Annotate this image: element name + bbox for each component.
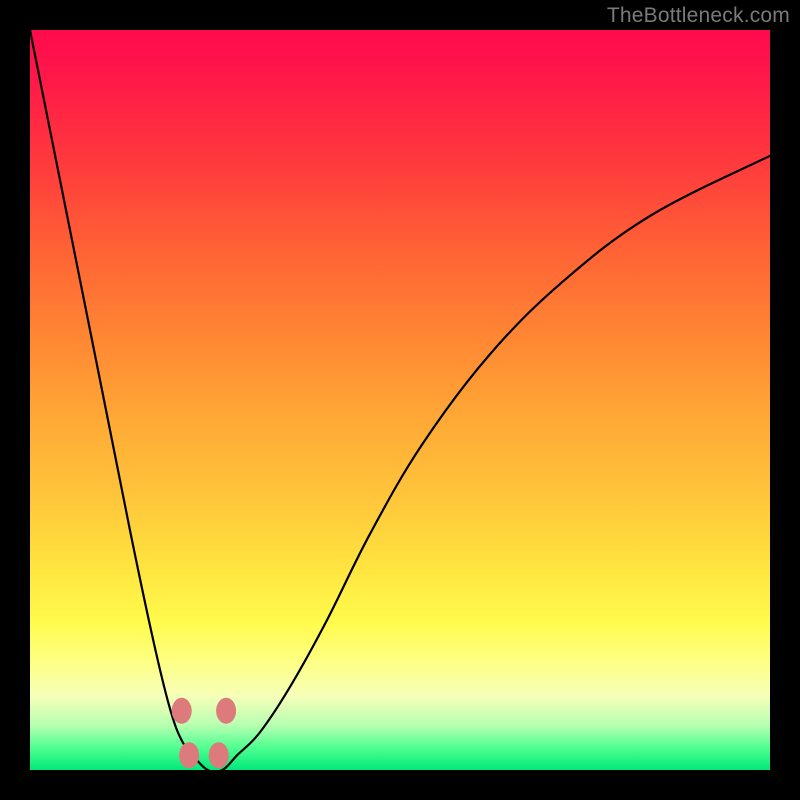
watermark-text: TheBottleneck.com: [607, 4, 790, 28]
curve-marker: [209, 742, 229, 768]
curve-marker: [172, 698, 192, 724]
curve-marker: [216, 698, 236, 724]
plot-area: [30, 30, 770, 770]
bottleneck-curve: [30, 30, 770, 770]
curve-markers: [172, 698, 236, 768]
curve-marker: [179, 742, 199, 768]
chart-frame: TheBottleneck.com: [0, 0, 800, 800]
curve-layer: [30, 30, 770, 770]
